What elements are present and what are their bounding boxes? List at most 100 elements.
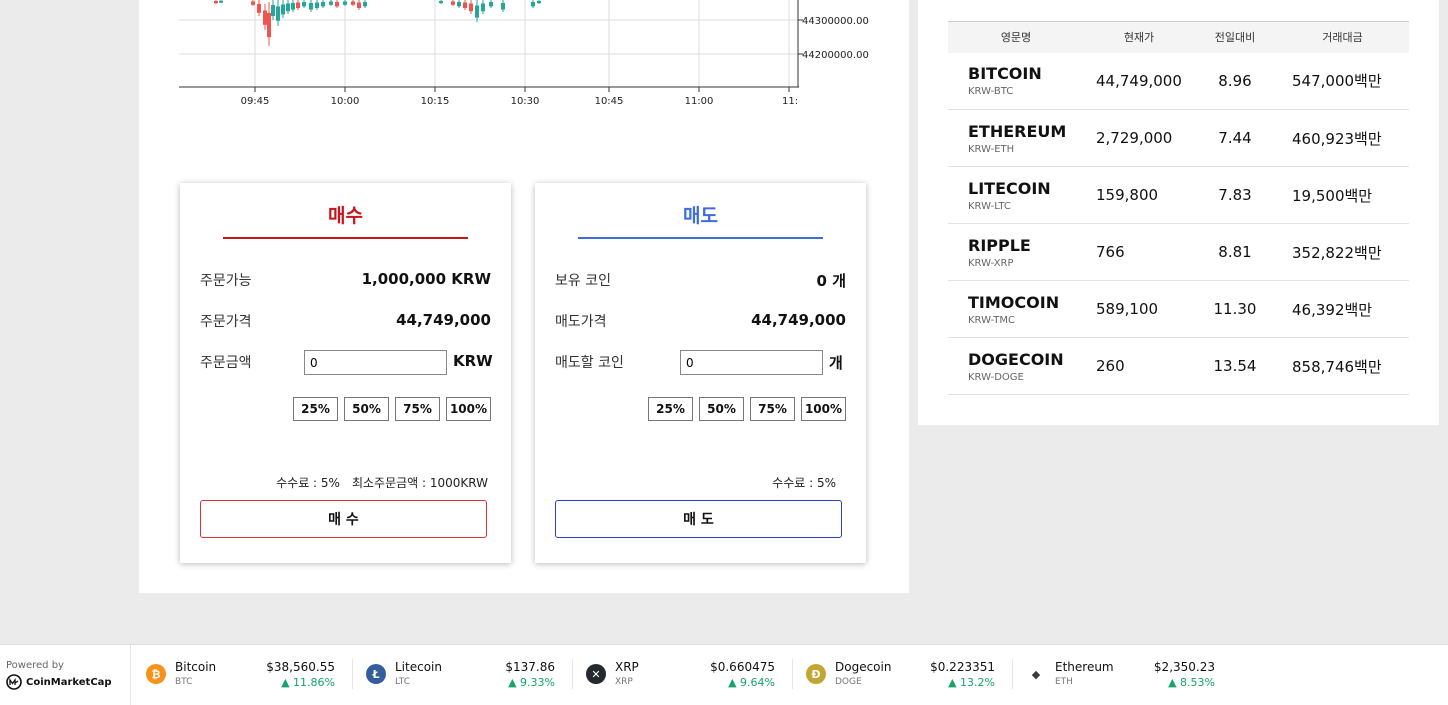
- ticker-item-doge[interactable]: Ð Dogecoin DOGE $0.223351 ▲ 13.2%: [792, 657, 1006, 693]
- coin-name-cell: LITECOIN KRW-LTC: [948, 166, 1084, 224]
- x-tick-label: 10:00: [331, 96, 360, 107]
- coin-price: 589,100: [1084, 280, 1194, 338]
- header-daily-change[interactable]: 전일대비: [1194, 22, 1276, 53]
- x-tick-label: 10:15: [421, 96, 450, 107]
- y-tick-label: 44300000.00: [802, 16, 869, 27]
- candle-body: [315, 2, 319, 8]
- fee-text: 수수료 : 5%: [772, 476, 836, 490]
- powered-label: Powered by: [6, 660, 64, 671]
- litecoin-icon: Ł: [366, 664, 386, 684]
- buy-50-percent-button[interactable]: 50%: [344, 397, 389, 421]
- sell-price-label: 매도가격: [555, 314, 607, 330]
- ticker-coin-price: $0.223351: [930, 660, 995, 674]
- coin-row[interactable]: DOGECOIN KRW-DOGE 260 13.54 858,746백만: [948, 337, 1409, 395]
- price-chart[interactable]: 44300000.00 44200000.00 09:45 10:00 10:1…: [139, 0, 909, 120]
- xrp-icon: ✕: [586, 664, 606, 684]
- candle-body: [291, 3, 295, 10]
- header-trade-volume[interactable]: 거래대금: [1276, 22, 1409, 53]
- coin-name: ETHEREUM: [968, 121, 1067, 141]
- buy-100-percent-button[interactable]: 100%: [446, 397, 491, 421]
- candle-body: [257, 4, 261, 13]
- coin-row[interactable]: ETHEREUM KRW-ETH 2,729,000 7.44 460,923백만: [948, 109, 1409, 167]
- held-coin-label: 보유 코인: [555, 273, 611, 289]
- candle-body: [219, 0, 223, 3]
- ticker-coin-symbol: XRP: [615, 677, 633, 687]
- bitcoin-icon: ₿: [146, 664, 166, 684]
- coin-price: 260: [1084, 337, 1194, 395]
- sell-title[interactable]: 매도: [578, 201, 823, 239]
- sell-25-percent-button[interactable]: 25%: [648, 397, 693, 421]
- ticker-coin-change: ▲ 9.33%: [508, 676, 555, 689]
- candle-body: [263, 10, 267, 25]
- ticker-coin-symbol: BTC: [175, 677, 193, 687]
- ticker-item-xrp[interactable]: ✕ XRP XRP $0.660475 ▲ 9.64%: [572, 657, 786, 693]
- sell-amount-input[interactable]: [680, 350, 823, 375]
- order-price-value: 44,749,000: [396, 311, 491, 329]
- coin-volume: 352,822백만: [1276, 223, 1409, 281]
- candle-body: [439, 1, 443, 4]
- sell-price-value: 44,749,000: [751, 311, 846, 329]
- coin-row[interactable]: RIPPLE KRW-XRP 766 8.81 352,822백만: [948, 223, 1409, 281]
- coin-change: 13.54: [1194, 337, 1276, 395]
- candle-body: [251, 1, 255, 5]
- buy-title[interactable]: 매수: [223, 201, 468, 239]
- ticker-coin-symbol: ETH: [1055, 677, 1073, 687]
- order-amount-input[interactable]: [304, 350, 447, 375]
- candle-body: [463, 2, 467, 8]
- coinmarketcap-logo[interactable]: CoinMarketCap: [6, 674, 131, 690]
- trading-panel: 44300000.00 44200000.00 09:45 10:00 10:1…: [139, 0, 909, 593]
- coin-name: RIPPLE: [968, 235, 1031, 255]
- buy-fee-info: 수수료 : 5% 최소주문금액 : 1000KRW: [276, 474, 488, 491]
- coin-row[interactable]: BITCOIN KRW-BTC 44,749,000 8.96 547,000백만: [948, 52, 1409, 110]
- ticker-coin-name: Ethereum: [1055, 660, 1114, 674]
- ticker-coin-price: $2,350.23: [1153, 660, 1215, 674]
- brand-name: CoinMarketCap: [26, 676, 112, 688]
- coin-name-cell: ETHEREUM KRW-ETH: [948, 109, 1084, 167]
- candle-body: [501, 3, 505, 10]
- header-current-price[interactable]: 현재가: [1084, 22, 1194, 53]
- coin-name-cell: DOGECOIN KRW-DOGE: [948, 337, 1084, 395]
- order-amount-unit: KRW: [453, 352, 493, 370]
- ticker-coin-change: ▲ 13.2%: [948, 676, 995, 689]
- y-tick-label: 44200000.00: [802, 50, 869, 61]
- ethereum-icon: ◆: [1026, 664, 1046, 684]
- candle-body: [457, 2, 461, 7]
- ticker-coin-price: $137.86: [505, 660, 555, 674]
- coin-name-cell: RIPPLE KRW-XRP: [948, 223, 1084, 281]
- coin-change: 8.96: [1194, 52, 1276, 110]
- candle-body: [267, 13, 271, 38]
- buy-button[interactable]: 매 수: [200, 500, 487, 538]
- ticker-item-ltc[interactable]: Ł Litecoin LTC $137.86 ▲ 9.33%: [352, 657, 566, 693]
- candle-body: [451, 1, 455, 5]
- powered-by: Powered by CoinMarketCap: [6, 660, 131, 690]
- available-label: 주문가능: [200, 273, 252, 289]
- coin-row[interactable]: LITECOIN KRW-LTC 159,800 7.83 19,500백만: [948, 166, 1409, 224]
- candlestick-chart: 44300000.00 44200000.00 09:45 10:00 10:1…: [179, 0, 869, 107]
- price-ticker-bar: Powered by CoinMarketCap ₿ Bitcoin BTC $38,…: [0, 644, 1448, 705]
- buy-75-percent-button[interactable]: 75%: [395, 397, 440, 421]
- sell-fee-info: 수수료 : 5%: [772, 474, 836, 491]
- sell-50-percent-button[interactable]: 50%: [699, 397, 744, 421]
- sell-75-percent-button[interactable]: 75%: [750, 397, 795, 421]
- coin-volume: 858,746백만: [1276, 337, 1409, 395]
- header-english-name[interactable]: 영문명: [948, 22, 1084, 53]
- sell-100-percent-button[interactable]: 100%: [801, 397, 846, 421]
- candle-body: [302, 2, 306, 7]
- ticker-coin-name: Bitcoin: [175, 660, 217, 674]
- coin-market-code: KRW-BTC: [968, 86, 1014, 98]
- candle-body: [281, 4, 285, 15]
- x-tick-label: 09:45: [241, 96, 270, 107]
- coin-market-code: KRW-XRP: [968, 257, 1014, 269]
- coin-market-code: KRW-DOGE: [968, 371, 1024, 383]
- candle-body: [351, 1, 355, 5]
- dogecoin-icon: Ð: [806, 664, 826, 684]
- buy-25-percent-button[interactable]: 25%: [293, 397, 338, 421]
- candle-body: [276, 6, 280, 21]
- sell-button[interactable]: 매 도: [555, 500, 842, 538]
- coin-row[interactable]: TIMOCOIN KRW-TMC 589,100 11.30 46,392백만: [948, 280, 1409, 338]
- ticker-item-btc[interactable]: ₿ Bitcoin BTC $38,560.55 ▲ 11.86%: [146, 657, 346, 693]
- ticker-item-eth[interactable]: ◆ Ethereum ETH $2,350.23 ▲ 8.53%: [1012, 657, 1226, 693]
- coin-volume: 547,000백만: [1276, 52, 1409, 110]
- coin-market-code: KRW-ETH: [968, 143, 1015, 155]
- coin-volume: 460,923백만: [1276, 109, 1409, 167]
